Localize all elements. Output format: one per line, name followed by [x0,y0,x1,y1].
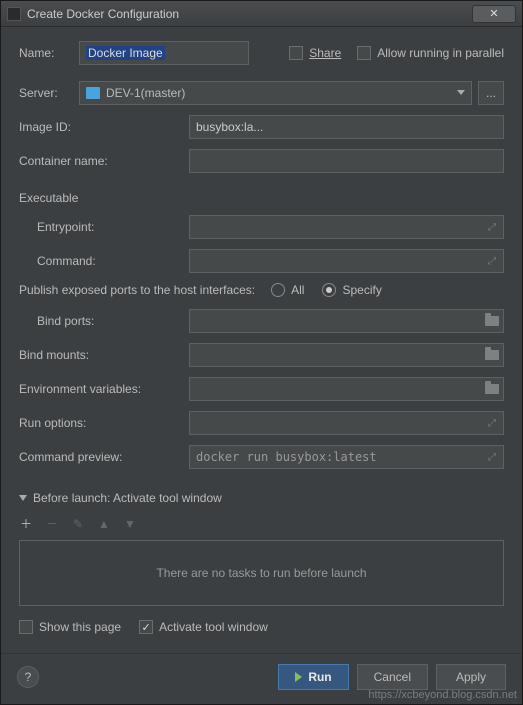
show-page-checkbox[interactable] [19,620,33,634]
container-name-row: Container name: [19,149,504,173]
image-id-label: Image ID: [19,120,189,134]
container-name-input[interactable] [189,149,504,173]
radio-all[interactable] [271,283,285,297]
run-options-input[interactable]: ⤢ [189,411,504,435]
bind-ports-label: Bind ports: [19,314,189,328]
tasks-toolbar: ＋ － ✎ ▲ ▼ [19,515,504,532]
cmd-preview-field: docker run busybox:latest ⤢ [189,445,504,469]
cmd-preview-value: docker run busybox:latest [196,450,377,464]
run-button[interactable]: Run [278,664,348,690]
command-row: Command: ⤢ [19,249,504,273]
cancel-button-label: Cancel [374,670,411,684]
cancel-button[interactable]: Cancel [357,664,428,690]
env-label: Environment variables: [19,382,189,396]
name-row: Name: Docker Image Share Allow running i… [19,41,504,65]
name-input[interactable]: Docker Image [79,41,249,65]
move-down-button: ▼ [123,517,137,531]
image-id-value: busybox:la... [196,120,263,134]
bind-ports-row: Bind ports: [19,309,504,333]
name-input-text: Docker Image [86,46,165,60]
chevron-down-icon [19,495,27,501]
bind-mounts-input[interactable] [189,343,504,367]
close-button[interactable]: ✕ [472,5,516,23]
content-area: Name: Docker Image Share Allow running i… [1,27,522,653]
tasks-empty-text: There are no tasks to run before launch [156,566,366,580]
before-launch-header: Before launch: Activate tool window [33,491,222,505]
window-title: Create Docker Configuration [27,7,472,21]
expand-icon[interactable]: ⤢ [485,254,499,268]
remove-task-button: － [45,515,59,532]
name-label: Name: [19,46,79,60]
image-id-row: Image ID: busybox:la... [19,115,504,139]
expand-icon[interactable]: ⤢ [485,450,499,464]
titlebar: Create Docker Configuration ✕ [1,1,522,27]
play-icon [295,672,302,682]
entrypoint-label: Entrypoint: [19,220,189,234]
container-name-label: Container name: [19,154,189,168]
radio-all-label[interactable]: All [291,283,304,297]
apply-button-label: Apply [456,670,486,684]
share-checkbox[interactable] [289,46,303,60]
run-options-row: Run options: ⤢ [19,411,504,435]
entrypoint-row: Entrypoint: ⤢ [19,215,504,239]
image-id-input[interactable]: busybox:la... [189,115,504,139]
folder-icon[interactable] [485,314,499,328]
folder-icon[interactable] [485,382,499,396]
show-page-label[interactable]: Show this page [39,620,121,634]
apply-button[interactable]: Apply [436,664,506,690]
run-options-label: Run options: [19,416,189,430]
server-row: Server: DEV-1(master) ... [19,81,504,105]
edit-task-button: ✎ [71,517,85,531]
radio-specify[interactable] [322,283,336,297]
entrypoint-input[interactable]: ⤢ [189,215,504,239]
bind-ports-input[interactable] [189,309,504,333]
expand-icon[interactable]: ⤢ [485,220,499,234]
chevron-down-icon [457,90,465,95]
app-icon [7,7,21,21]
top-options: Share Allow running in parallel [289,46,504,60]
run-button-label: Run [308,670,331,684]
before-launch-expander[interactable]: Before launch: Activate tool window [19,491,504,505]
ports-radio-row: Publish exposed ports to the host interf… [19,283,504,297]
ports-header-label: Publish exposed ports to the host interf… [19,283,255,297]
activate-checkbox[interactable] [139,620,153,634]
docker-icon [86,87,100,99]
share-label[interactable]: Share [309,46,341,60]
env-row: Environment variables: [19,377,504,401]
parallel-checkbox[interactable] [357,46,371,60]
dialog-window: Create Docker Configuration ✕ Name: Dock… [0,0,523,705]
folder-icon[interactable] [485,348,499,362]
tasks-empty-box: There are no tasks to run before launch [19,540,504,606]
move-up-button: ▲ [97,517,111,531]
server-label: Server: [19,86,79,100]
help-button[interactable]: ? [17,666,39,688]
cmd-preview-row: Command preview: docker run busybox:late… [19,445,504,469]
footer-buttons: Run Cancel Apply [278,664,506,690]
server-combo[interactable]: DEV-1(master) [79,81,472,105]
bind-mounts-row: Bind mounts: [19,343,504,367]
server-value: DEV-1(master) [106,86,185,100]
add-task-button[interactable]: ＋ [19,515,33,532]
radio-specify-label[interactable]: Specify [342,283,381,297]
expand-icon[interactable]: ⤢ [485,416,499,430]
ports-radio-group: All Specify [271,283,382,297]
command-label: Command: [19,254,189,268]
server-browse-button[interactable]: ... [478,81,504,105]
env-input[interactable] [189,377,504,401]
bottom-checks: Show this page Activate tool window [19,620,504,634]
bind-mounts-label: Bind mounts: [19,348,189,362]
footer: ? Run Cancel Apply [1,653,522,704]
activate-label[interactable]: Activate tool window [159,620,268,634]
executable-header: Executable [19,191,504,205]
parallel-label[interactable]: Allow running in parallel [377,46,504,60]
command-input[interactable]: ⤢ [189,249,504,273]
cmd-preview-label: Command preview: [19,450,189,464]
